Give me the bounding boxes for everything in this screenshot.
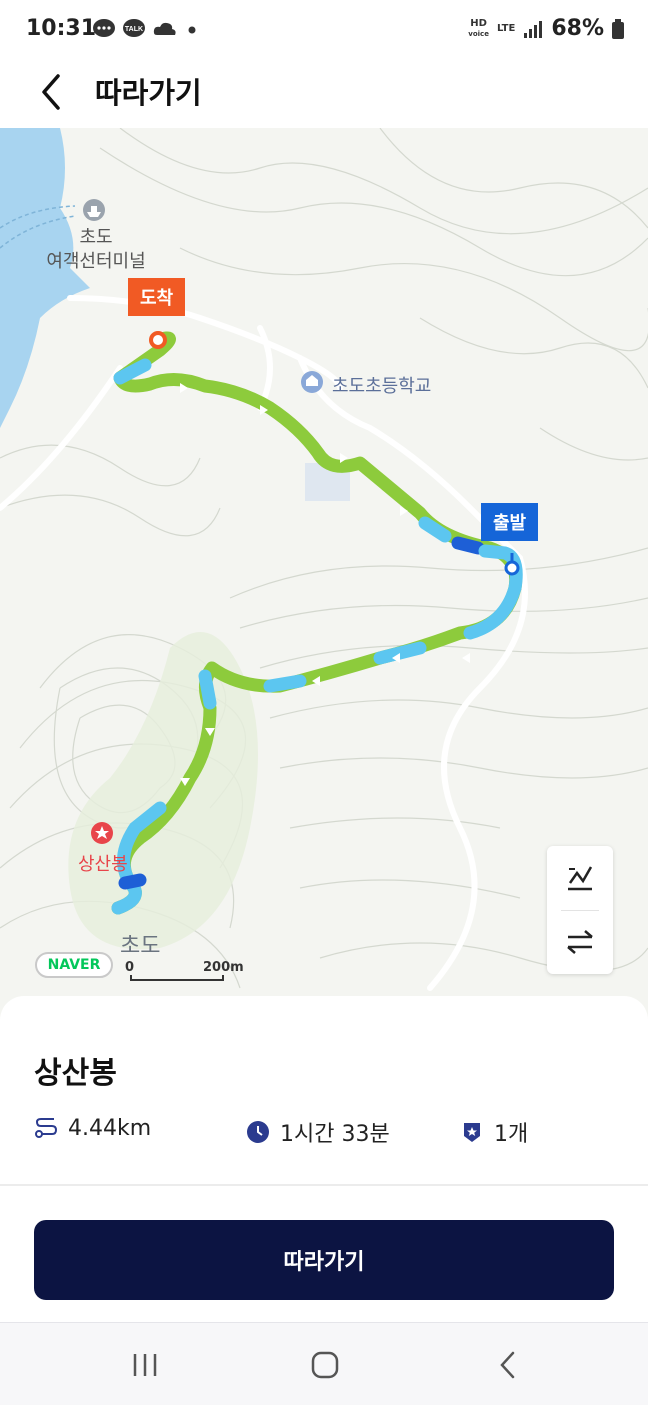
distance-icon (35, 1117, 58, 1138)
system-back-button[interactable] (478, 1343, 538, 1387)
signal-icon (524, 20, 543, 38)
peak-label: 상산봉 (78, 854, 128, 875)
back-button[interactable] (30, 68, 74, 112)
dot-icon (188, 26, 196, 34)
back-icon (500, 1351, 515, 1379)
page-title: 따라가기 (95, 76, 202, 110)
elevation-icon (568, 866, 593, 891)
home-button[interactable] (295, 1343, 355, 1387)
distance-value: 4.44km (68, 1116, 152, 1141)
course-sheet: 상산봉 4.44km 1시간 33분 1개 따라가기 (0, 996, 648, 1326)
cloud-icon (153, 22, 176, 35)
course-stats: 4.44km 1시간 33분 1개 (34, 1116, 634, 1148)
battery-level: 68% (551, 16, 604, 41)
svg-text:TALK: TALK (125, 26, 143, 33)
distance-stat: 4.44km (34, 1116, 151, 1141)
start-marker[interactable]: 출발 (481, 503, 539, 541)
battery-icon (612, 18, 624, 39)
island-label: 초도 (120, 934, 161, 959)
sheet-divider (0, 1184, 648, 1186)
swap-direction-icon (567, 930, 593, 954)
talk-icon: TALK (123, 19, 145, 37)
peak-badge-icon (464, 1123, 480, 1142)
system-nav-bar (0, 1322, 648, 1405)
end-marker[interactable]: 도착 (128, 278, 186, 316)
home-icon (311, 1351, 339, 1379)
swap-direction-button[interactable] (547, 910, 613, 974)
school-label: 초도초등학교 (332, 376, 432, 397)
status-bar: 10:31 TALK HD voice LTE 68% (0, 0, 648, 60)
ferry-terminal-label: 초도 여객선터미널 (46, 227, 146, 272)
course-name: 상산봉 (34, 1056, 117, 1091)
chat-bubble-icon (93, 19, 115, 37)
hd-voice-badge: HD voice (468, 17, 489, 38)
scale-distance: 200m (203, 960, 244, 975)
status-time: 10:31 (26, 16, 97, 41)
app-bar: 따라가기 (0, 60, 648, 128)
naver-logo: NAVER (35, 952, 113, 978)
chevron-left-icon (42, 74, 60, 110)
duration-stat: 1시간 33분 (246, 1116, 390, 1148)
elevation-button[interactable] (547, 846, 613, 910)
recent-apps-button[interactable] (115, 1343, 175, 1387)
peaks-value: 1개 (494, 1122, 529, 1147)
peaks-stat: 1개 (460, 1116, 528, 1148)
scale-bar (130, 975, 224, 981)
scale-zero: 0 (125, 960, 135, 975)
follow-button[interactable]: 따라가기 (34, 1220, 614, 1300)
network-type: LTE (496, 22, 516, 34)
notification-icons: TALK (92, 18, 200, 40)
duration-value: 1시간 33분 (280, 1122, 390, 1147)
recent-apps-icon (133, 1354, 157, 1376)
status-right: HD voice LTE 68% (468, 16, 624, 41)
map-tools (547, 846, 613, 974)
clock-icon (247, 1121, 269, 1143)
